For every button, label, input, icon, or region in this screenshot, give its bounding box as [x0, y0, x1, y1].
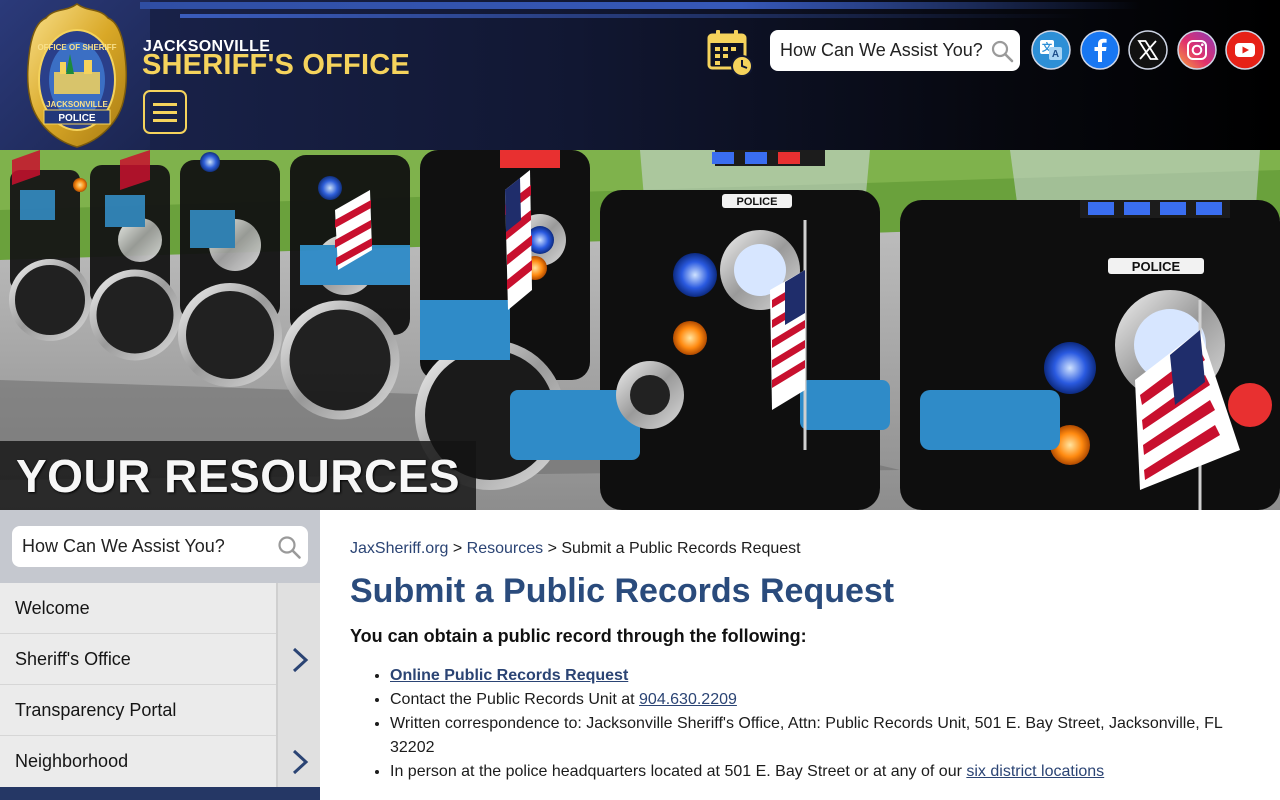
main-content: JaxSheriff.org > Resources > Submit a Pu…	[350, 510, 1250, 800]
list-item: Contact the Public Records Unit at 904.6…	[390, 688, 1250, 712]
site-header: OFFICE OF SHERIFF JACKSONVILLE POLICE JA…	[0, 0, 1280, 150]
chevron-right-icon	[292, 749, 309, 775]
fairing-police-text: POLICE	[1132, 259, 1181, 274]
menu-bar-icon	[153, 119, 177, 122]
calendar-clock-icon[interactable]	[706, 28, 756, 78]
list-item: In person at the police headquarters loc…	[390, 760, 1250, 784]
sheriff-badge-logo[interactable]: OFFICE OF SHERIFF JACKSONVILLE POLICE	[26, 2, 128, 148]
header-search-input[interactable]	[780, 30, 990, 71]
header-search	[770, 30, 1020, 71]
phone-link[interactable]: 904.630.2209	[639, 691, 737, 708]
sidebar-item-label: Welcome	[15, 598, 90, 618]
breadcrumb-separator: >	[543, 540, 562, 557]
sidebar-item-transparency-portal[interactable]: Transparency Portal	[0, 685, 320, 736]
x-twitter-icon[interactable]	[1128, 30, 1168, 70]
records-options-list: Online Public Records Request Contact th…	[390, 664, 1250, 784]
chevron-right-icon	[292, 647, 309, 673]
written-correspondence-text: Written correspondence to: Jacksonville …	[390, 715, 1223, 756]
district-locations-link[interactable]: six district locations	[966, 763, 1104, 780]
sidebar-search	[12, 526, 308, 567]
in-person-text: In person at the police headquarters loc…	[390, 763, 967, 780]
sidebar-nav: Welcome Sheriff's Office Transparency Po…	[0, 510, 320, 800]
badge-ribbon-text: POLICE	[58, 113, 96, 124]
translate-icon[interactable]: 文 A	[1031, 30, 1071, 70]
instagram-icon[interactable]	[1177, 30, 1217, 70]
sidebar-search-input[interactable]	[22, 526, 272, 567]
breadcrumb-home-link[interactable]: JaxSheriff.org	[350, 540, 448, 557]
sidebar-item-label: Sheriff's Office	[15, 649, 131, 669]
fairing-police-text: POLICE	[737, 196, 778, 208]
breadcrumb: JaxSheriff.org > Resources > Submit a Pu…	[350, 540, 801, 558]
svg-text:A: A	[1052, 49, 1059, 60]
online-records-request-link[interactable]: Online Public Records Request	[390, 667, 628, 684]
breadcrumb-current: Submit a Public Records Request	[561, 540, 801, 557]
hero-banner-image: POLICE POLICE YOUR RESOURCES	[0, 150, 1280, 510]
list-item: Written correspondence to: Jacksonville …	[390, 712, 1250, 760]
breadcrumb-separator: >	[448, 540, 467, 557]
sidebar-item-welcome[interactable]: Welcome	[0, 583, 320, 634]
sidebar-chevron-column	[276, 583, 320, 634]
menu-bar-icon	[153, 103, 177, 106]
sidebar-item-sheriffs-office[interactable]: Sheriff's Office	[0, 634, 320, 685]
sidebar-expand-button[interactable]	[276, 736, 320, 787]
header-stripe	[140, 2, 1140, 9]
sidebar-item-label: Transparency Portal	[15, 700, 177, 720]
sidebar-search-area	[0, 510, 320, 583]
page-title: Submit a Public Records Request	[350, 572, 895, 610]
brand-name: SHERIFF'S OFFICE	[142, 49, 410, 81]
hero-title: YOUR RESOURCES	[16, 450, 461, 502]
sidebar-chevron-column	[276, 685, 320, 736]
menu-bar-icon	[153, 111, 177, 114]
sidebar-next-item-active[interactable]	[0, 787, 320, 800]
contact-text: Contact the Public Records Unit at	[390, 691, 640, 708]
badge-bottom-text: JACKSONVILLE	[46, 100, 108, 109]
youtube-icon[interactable]	[1225, 30, 1265, 70]
sidebar-item-label: Neighborhood	[15, 751, 129, 771]
badge-top-text: OFFICE OF SHERIFF	[37, 43, 116, 52]
search-icon[interactable]	[990, 39, 1014, 63]
search-icon[interactable]	[276, 534, 302, 560]
breadcrumb-resources-link[interactable]: Resources	[467, 540, 543, 557]
facebook-icon[interactable]	[1080, 30, 1120, 70]
header-stripe-thin	[180, 14, 1080, 18]
list-item: Online Public Records Request	[390, 664, 1250, 688]
intro-text: You can obtain a public record through t…	[350, 626, 807, 646]
hamburger-menu-button[interactable]	[143, 90, 187, 134]
sidebar-expand-button[interactable]	[276, 634, 320, 685]
sidebar-item-neighborhood[interactable]: Neighborhood	[0, 736, 320, 787]
